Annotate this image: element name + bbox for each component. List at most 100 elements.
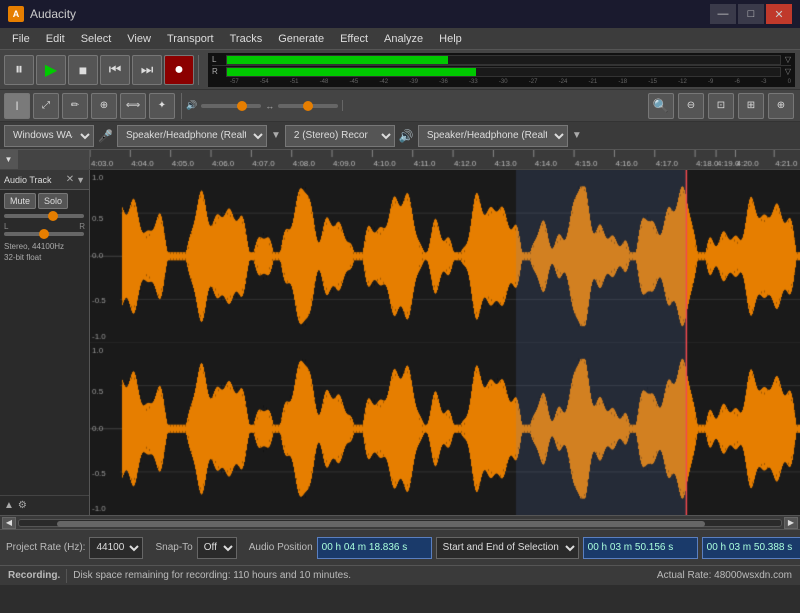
snap-to-select[interactable]: Off <box>197 537 237 559</box>
menu-file[interactable]: File <box>4 31 38 47</box>
audio-position-label: Audio Position <box>249 542 313 553</box>
tools-toolbar: I ⤢ ✏ ⊕ ⟺ ✦ 🔊 ↔ 🔍 ⊖ ⊡ <box>0 90 800 122</box>
track-expand-icon[interactable]: ▲ <box>4 500 14 511</box>
stop-button[interactable]: ■ <box>68 55 98 85</box>
recording-status: Recording. <box>8 570 60 581</box>
menu-help[interactable]: Help <box>431 31 470 47</box>
minimize-button[interactable]: — <box>710 4 736 24</box>
project-rate-select[interactable]: 44100 <box>89 537 143 559</box>
rewind-button[interactable]: ⏮ <box>100 55 130 85</box>
status-bar: Recording. Disk space remaining for reco… <box>0 565 800 585</box>
pan-slider[interactable] <box>278 104 338 108</box>
timeline-arrow[interactable]: ▼ <box>0 150 18 169</box>
scroll-left-button[interactable]: ◀ <box>2 517 16 529</box>
scroll-track[interactable] <box>18 519 782 527</box>
project-rate-label: Project Rate (Hz): <box>6 542 85 553</box>
transport-controls: ⏸ ▶ ■ ⏮ ⏭ ● <box>4 55 199 85</box>
mute-solo-row: Mute Solo <box>0 190 89 212</box>
vu-r-bar <box>226 67 781 77</box>
scroll-right-button[interactable]: ▶ <box>784 517 798 529</box>
volume-slider[interactable] <box>201 104 261 108</box>
vu-r-label: R <box>212 67 226 76</box>
zoom-sel-button[interactable]: ⊞ <box>738 93 764 119</box>
multi-tool[interactable]: ✦ <box>149 93 175 119</box>
output-device-select[interactable]: Speaker/Headphone (Realte <box>117 125 267 147</box>
ruler-canvas <box>90 150 800 169</box>
disk-space-status: Disk space remaining for recording: 110 … <box>73 570 351 581</box>
timeline-arrow-icon: ▼ <box>5 155 13 164</box>
volume-thumb[interactable] <box>237 101 247 111</box>
track-stereo-info: Stereo, 44100Hz <box>4 241 85 252</box>
status-divider <box>66 569 67 583</box>
track-pan-thumb[interactable] <box>39 229 49 239</box>
input-device-select[interactable]: Speaker/Headphone (Realte <box>418 125 568 147</box>
waveform-canvas <box>90 170 800 515</box>
zoom-tool[interactable]: ⊕ <box>91 93 117 119</box>
fastforward-button[interactable]: ⏭ <box>132 55 162 85</box>
vu-l-bg <box>448 56 780 64</box>
maximize-button[interactable]: □ <box>738 4 764 24</box>
menu-bar: File Edit Select View Transport Tracks G… <box>0 28 800 50</box>
close-button[interactable]: ✕ <box>766 4 792 24</box>
vu-l-bar <box>226 55 781 65</box>
ruler-track-spacer <box>18 150 90 169</box>
menu-tracks[interactable]: Tracks <box>222 31 271 47</box>
time-ruler <box>90 150 800 169</box>
selection-tools: I ⤢ ✏ ⊕ ⟺ ✦ <box>4 93 182 119</box>
track-pan-slider[interactable] <box>4 232 84 236</box>
menu-select[interactable]: Select <box>73 31 120 47</box>
menu-analyze[interactable]: Analyze <box>376 31 431 47</box>
l-label: L <box>4 222 8 231</box>
audio-host-select[interactable]: Windows WASI <box>4 125 94 147</box>
audio-position-input[interactable] <box>317 537 432 559</box>
tracks-section: Audio Track ✕ ▼ Mute Solo L R <box>0 170 800 515</box>
vu-db-scale: -57-54-51-48-45-42-39-36-33-30-27-24-21-… <box>230 79 791 85</box>
draw-tool[interactable]: ✏ <box>62 93 88 119</box>
envelope-tool[interactable]: ⤢ <box>33 93 59 119</box>
menu-generate[interactable]: Generate <box>270 31 332 47</box>
record-button[interactable]: ● <box>164 55 194 85</box>
timeshift-tool[interactable]: ⟺ <box>120 93 146 119</box>
track-volume-thumb[interactable] <box>48 211 58 221</box>
track-volume-slider[interactable] <box>4 214 84 218</box>
scroll-thumb[interactable] <box>57 521 705 527</box>
track-name: Audio Track <box>4 175 66 185</box>
zoom-fit-button[interactable]: ⊡ <box>708 93 734 119</box>
waveform-display <box>90 170 800 515</box>
pause-button[interactable]: ⏸ <box>4 55 34 85</box>
snap-to-label: Snap-To <box>155 542 192 553</box>
track-expand-row: ▲ ⚙ <box>0 495 89 515</box>
pan-thumb[interactable] <box>303 101 313 111</box>
device-bar: Windows WASI 🎤 Speaker/Headphone (Realte… <box>0 122 800 150</box>
track-settings-icon[interactable]: ⚙ <box>18 500 27 511</box>
track-close-icon[interactable]: ✕ <box>66 174 74 185</box>
zoom-toggle-button[interactable]: ⊕ <box>768 93 794 119</box>
scroll-left-icon: ◀ <box>6 518 12 527</box>
track-bit-depth: 32-bit float <box>4 252 85 263</box>
horizontal-scrollbar[interactable]: ◀ ▶ <box>0 515 800 529</box>
track-info: Stereo, 44100Hz 32-bit float <box>0 238 89 266</box>
track-menu-icon[interactable]: ▼ <box>76 175 85 185</box>
pan-icon: ↔ <box>265 101 274 111</box>
solo-button[interactable]: Solo <box>38 193 68 209</box>
vu-l-label: L <box>212 55 226 64</box>
play-button[interactable]: ▶ <box>36 55 66 85</box>
menu-transport[interactable]: Transport <box>159 31 222 47</box>
volume-pan-controls: 🔊 ↔ <box>186 100 343 111</box>
track-header: Audio Track ✕ ▼ <box>0 170 89 190</box>
selection-start-input[interactable] <box>583 537 698 559</box>
menu-view[interactable]: View <box>119 31 159 47</box>
selection-end-input[interactable] <box>702 537 800 559</box>
zoom-out-button[interactable]: ⊖ <box>678 93 704 119</box>
zoom-in-button[interactable]: 🔍 <box>648 93 674 119</box>
selection-mode-select[interactable]: Start and End of Selection <box>436 537 579 559</box>
track-controls-panel: Audio Track ✕ ▼ Mute Solo L R <box>0 170 90 515</box>
input-channels-select[interactable]: 2 (Stereo) Recor <box>285 125 395 147</box>
r-label: R <box>79 222 85 231</box>
mute-button[interactable]: Mute <box>4 193 36 209</box>
menu-effect[interactable]: Effect <box>332 31 376 47</box>
menu-edit[interactable]: Edit <box>38 31 73 47</box>
selection-tool[interactable]: I <box>4 93 30 119</box>
microphone-icon: 🎤 <box>98 129 113 143</box>
volume-icon: 🔊 <box>186 100 197 111</box>
